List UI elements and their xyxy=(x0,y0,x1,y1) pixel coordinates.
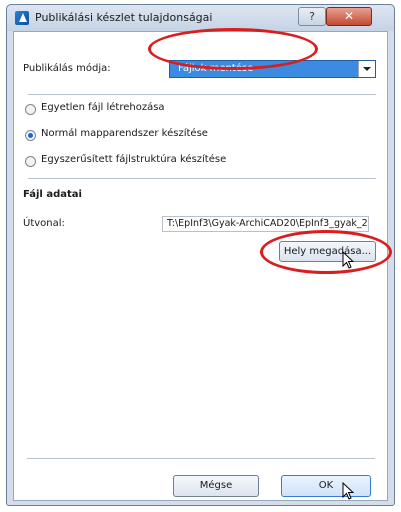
option-single-file-label[interactable]: Egyetlen fájl létrehozása xyxy=(41,102,165,113)
divider xyxy=(28,178,376,179)
divider xyxy=(28,94,376,95)
option-simplified-structure-label[interactable]: Egyszerűsített fájlstruktúra készítése xyxy=(41,154,226,165)
close-button[interactable]: ✕ xyxy=(326,7,372,26)
highlight-ellipse xyxy=(148,28,318,70)
window-title: Publikálási készlet tulajdonságai xyxy=(35,11,213,24)
archicad-app-icon xyxy=(15,11,29,25)
mode-label: Publikálás módja: xyxy=(23,63,111,74)
file-section-heading: Fájl adatai xyxy=(23,189,82,200)
title-bar[interactable]: Publikálási készlet tulajdonságai ? ✕ xyxy=(7,5,394,31)
radio-simplified-structure[interactable] xyxy=(25,156,36,167)
highlight-ellipse xyxy=(260,230,392,274)
divider xyxy=(27,458,375,459)
chevron-down-icon[interactable] xyxy=(358,61,375,77)
radio-normal-folders[interactable] xyxy=(25,130,36,141)
help-button[interactable]: ? xyxy=(298,7,326,26)
mouse-pointer-icon xyxy=(342,251,354,269)
path-label: Útvonal: xyxy=(23,218,65,229)
option-normal-folders-label[interactable]: Normál mapparendszer készítése xyxy=(41,128,208,139)
radio-single-file[interactable] xyxy=(25,104,36,115)
ok-button[interactable]: OK xyxy=(281,475,371,497)
mouse-pointer-icon xyxy=(342,482,354,500)
cancel-button[interactable]: Mégse xyxy=(173,475,259,497)
